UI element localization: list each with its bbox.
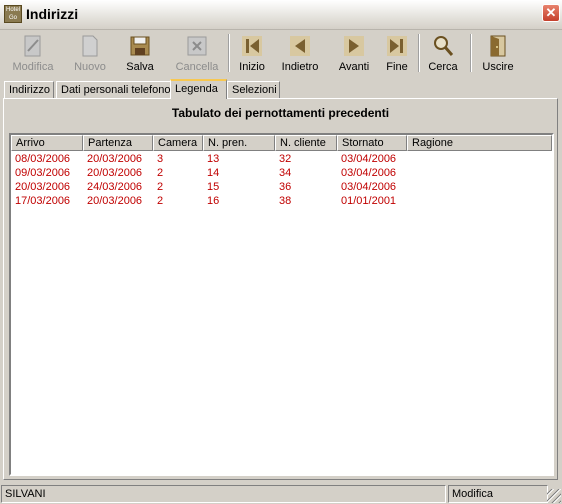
cell-n-cliente: 38 xyxy=(279,195,292,207)
cell-stornato: 03/04/2006 xyxy=(341,153,397,165)
column-header-camera[interactable]: Camera xyxy=(153,135,203,151)
new-document-icon xyxy=(82,35,98,57)
cell-camera: 2 xyxy=(157,181,164,193)
title-bar[interactable]: Hotel Go Indirizzi ✕ xyxy=(0,0,562,30)
cell-stornato: 03/04/2006 xyxy=(341,167,397,179)
first-record-icon xyxy=(242,36,262,56)
app-logo-icon: Hotel Go xyxy=(4,5,22,23)
table-row[interactable]: 20/03/2006 24/03/2006 2 15 36 03/04/2006 xyxy=(11,180,552,194)
delete-button[interactable]: Cancella xyxy=(172,32,222,76)
edit-icon xyxy=(24,35,41,57)
status-user: SILVANI xyxy=(1,485,446,503)
cell-arrivo: 08/03/2006 xyxy=(15,153,71,165)
panel-title: Tabulato dei pernottamenti precedenti xyxy=(171,106,390,120)
cell-arrivo: 09/03/2006 xyxy=(15,167,71,179)
first-record-button[interactable]: Inizio xyxy=(234,32,270,76)
cell-stornato: 01/01/2001 xyxy=(341,195,397,207)
toolbar-separator xyxy=(418,34,420,72)
cell-n-cliente: 34 xyxy=(279,167,292,179)
tab-selezioni[interactable]: Selezioni xyxy=(227,81,280,98)
list-rows: 08/03/2006 20/03/2006 3 13 32 03/04/2006… xyxy=(11,152,552,208)
cell-n-cliente: 32 xyxy=(279,153,292,165)
next-record-icon xyxy=(344,36,364,56)
cell-camera: 2 xyxy=(157,167,164,179)
cell-ragione xyxy=(407,166,411,180)
search-button[interactable]: Cerca xyxy=(424,32,462,76)
cell-stornato: 03/04/2006 xyxy=(341,181,397,193)
cell-arrivo: 20/03/2006 xyxy=(15,181,71,193)
first-record-label: Inizio xyxy=(239,61,265,73)
column-header-stornato[interactable]: Stornato xyxy=(337,135,407,151)
save-label: Salva xyxy=(126,61,154,73)
table-row[interactable]: 08/03/2006 20/03/2006 3 13 32 03/04/2006 xyxy=(11,152,552,166)
delete-label: Cancella xyxy=(175,61,219,73)
cell-ragione xyxy=(407,180,411,194)
cell-arrivo: 17/03/2006 xyxy=(15,195,71,207)
toolbar: Modifica Nuovo Salva Cancella Inizio Ind… xyxy=(0,30,562,78)
delete-icon xyxy=(187,36,207,56)
toolbar-separator xyxy=(228,34,230,72)
status-bar: SILVANI Modifica xyxy=(0,484,562,504)
new-button[interactable]: Nuovo xyxy=(70,32,110,76)
list-header: Arrivo Partenza Camera N. pren. N. clien… xyxy=(11,135,552,151)
tab-legenda[interactable]: Legenda xyxy=(170,79,227,99)
cell-n-pren: 14 xyxy=(207,167,220,179)
table-row[interactable]: 09/03/2006 20/03/2006 2 14 34 03/04/2006 xyxy=(11,166,552,180)
exit-door-icon xyxy=(490,35,506,57)
tab-dati-personali-telefono[interactable]: Dati personali telefono xyxy=(56,81,172,98)
cell-n-pren: 16 xyxy=(207,195,220,207)
legenda-panel: Tabulato dei pernottamenti precedenti Ar… xyxy=(3,98,558,480)
cell-partenza: 20/03/2006 xyxy=(87,195,143,207)
cell-n-cliente: 36 xyxy=(279,181,292,193)
cell-n-pren: 15 xyxy=(207,181,220,193)
exit-label: Uscire xyxy=(482,61,514,73)
last-record-button[interactable]: Fine xyxy=(382,32,412,76)
cell-partenza: 20/03/2006 xyxy=(87,167,143,179)
column-header-arrivo[interactable]: Arrivo xyxy=(11,135,83,151)
cell-partenza: 24/03/2006 xyxy=(87,181,143,193)
new-label: Nuovo xyxy=(74,61,106,73)
save-disk-icon xyxy=(130,36,150,56)
modify-label: Modifica xyxy=(12,61,54,73)
column-header-n-pren[interactable]: N. pren. xyxy=(203,135,275,151)
window-title: Indirizzi xyxy=(26,6,79,22)
previous-record-button[interactable]: Indietro xyxy=(278,32,322,76)
status-mode: Modifica xyxy=(448,485,548,503)
cell-ragione xyxy=(407,152,411,166)
cell-ragione xyxy=(407,194,411,208)
column-header-n-cliente[interactable]: N. cliente xyxy=(275,135,337,151)
search-label: Cerca xyxy=(428,61,458,73)
column-header-partenza[interactable]: Partenza xyxy=(83,135,153,151)
last-record-icon xyxy=(387,36,407,56)
cell-camera: 3 xyxy=(157,153,164,165)
resize-grip-icon[interactable] xyxy=(547,489,561,503)
previous-record-label: Indietro xyxy=(281,61,319,73)
table-row[interactable]: 17/03/2006 20/03/2006 2 16 38 01/01/2001 xyxy=(11,194,552,208)
magnifier-icon xyxy=(434,36,454,56)
toolbar-separator xyxy=(470,34,472,72)
cell-partenza: 20/03/2006 xyxy=(87,153,143,165)
cell-n-pren: 13 xyxy=(207,153,220,165)
cell-camera: 2 xyxy=(157,195,164,207)
next-record-button[interactable]: Avanti xyxy=(334,32,374,76)
save-button[interactable]: Salva xyxy=(122,32,158,76)
close-button[interactable]: ✕ xyxy=(542,4,560,22)
previous-record-icon xyxy=(290,36,310,56)
next-record-label: Avanti xyxy=(338,61,370,73)
exit-button[interactable]: Uscire xyxy=(478,32,518,76)
tab-indirizzo[interactable]: Indirizzo xyxy=(4,81,54,98)
column-header-ragione[interactable]: Ragione xyxy=(407,135,552,151)
modify-button[interactable]: Modifica xyxy=(8,32,58,76)
stays-list-view[interactable]: Arrivo Partenza Camera N. pren. N. clien… xyxy=(9,133,554,476)
last-record-label: Fine xyxy=(386,61,408,73)
